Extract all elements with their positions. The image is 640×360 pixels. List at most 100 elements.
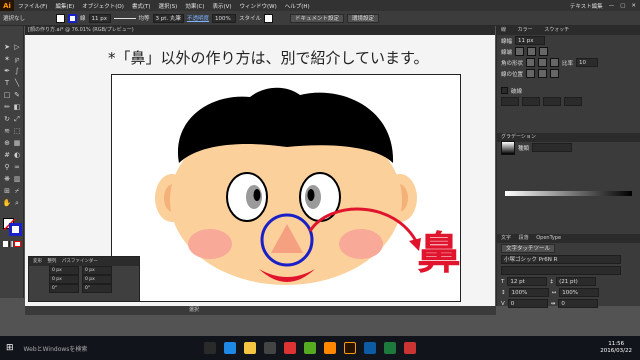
selection-tool-icon[interactable]: ➤ (2, 42, 12, 52)
hand-tool-icon[interactable]: ✋ (2, 198, 12, 208)
align-outside-button[interactable] (550, 69, 560, 78)
menu-file[interactable]: ファイル(F) (14, 2, 51, 10)
scale-tool-icon[interactable]: ⤢ (12, 114, 22, 124)
start-icon[interactable]: ⊞ (6, 343, 14, 353)
style-swatch[interactable] (263, 13, 273, 23)
gradient-preview[interactable] (501, 140, 515, 155)
chrome-icon[interactable] (283, 342, 296, 354)
clock-time[interactable]: 11:56 (600, 341, 632, 348)
leading-field[interactable]: (21 pt) (556, 277, 597, 286)
y-field[interactable]: 0 px (49, 275, 79, 284)
w-field[interactable]: 0 px (82, 266, 112, 275)
eraser-icon[interactable]: ◧ (12, 102, 22, 112)
direct-selection-tool-icon[interactable]: ▷ (12, 42, 22, 52)
gap-field[interactable] (564, 97, 582, 106)
brush-select[interactable]: 3 pt. 丸筆 (152, 13, 184, 23)
dash-field[interactable] (501, 97, 519, 106)
type-tool-icon[interactable]: T (2, 78, 12, 88)
menu-select[interactable]: 選択(S) (155, 2, 182, 10)
explorer-icon[interactable] (243, 342, 256, 354)
paintbrush-icon[interactable]: ✎ (12, 90, 22, 100)
store-icon[interactable] (263, 342, 276, 354)
minimize-icon[interactable]: — (609, 3, 615, 9)
tab-align[interactable]: 整列 (47, 259, 56, 264)
touch-type-button[interactable]: 文字タッチツール (501, 244, 556, 253)
clock-date[interactable]: 2016/03/22 (600, 348, 632, 355)
align-inside-button[interactable] (538, 69, 548, 78)
width-tool-icon[interactable]: ≋ (2, 126, 12, 136)
tab-swatches[interactable]: スウォッチ (544, 27, 569, 33)
x-field[interactable]: 0 px (49, 266, 79, 275)
symbol-sprayer-icon[interactable]: ❋ (2, 174, 12, 184)
vertical-scale-field[interactable]: 100% (508, 288, 549, 297)
rotate-tool-icon[interactable]: ↻ (2, 114, 12, 124)
lasso-icon[interactable]: ℘ (12, 54, 22, 64)
h-field[interactable]: 0 px (82, 275, 112, 284)
gradient-slider[interactable] (505, 191, 632, 196)
pencil-tool-icon[interactable]: ✏ (2, 102, 12, 112)
angle-field[interactable]: 0° (49, 284, 79, 293)
dash-checkbox[interactable] (501, 87, 508, 94)
stroke-weight-field[interactable]: 11 px (88, 13, 111, 23)
tab-color[interactable]: カラー (518, 27, 533, 33)
word-icon[interactable] (363, 342, 376, 354)
excel-icon[interactable] (383, 342, 396, 354)
tab-transform[interactable]: 変形 (33, 259, 42, 264)
opacity-label[interactable]: 不透明度 (187, 14, 209, 22)
menu-view[interactable]: 表示(V) (208, 2, 235, 10)
perspective-grid-icon[interactable]: ▦ (12, 138, 22, 148)
preferences-button[interactable]: 環境設定 (347, 13, 380, 23)
stroke-profile[interactable]: 均等 (139, 14, 150, 22)
font-style-field[interactable] (501, 266, 621, 275)
tab-stroke[interactable]: 線 (501, 27, 506, 33)
horizontal-scale-field[interactable]: 100% (559, 288, 600, 297)
tracking-field[interactable]: 0 (558, 299, 599, 308)
square-cap-button[interactable] (539, 47, 549, 56)
firefox-icon[interactable] (323, 342, 336, 354)
kerning-field[interactable]: 0 (507, 299, 548, 308)
none-mode-button[interactable] (14, 241, 22, 247)
artboard-tool-icon[interactable]: ⊞ (2, 186, 12, 196)
tab-character[interactable]: 文字 (501, 235, 511, 241)
zoom-tool-icon[interactable]: ⌕ (12, 198, 22, 208)
font-family-field[interactable]: 小塚ゴシック Pr6N R (501, 255, 621, 264)
tab-paragraph[interactable]: 段落 (519, 235, 529, 241)
blend-tool-icon[interactable]: ∞ (12, 162, 22, 172)
edge-icon[interactable] (223, 342, 236, 354)
menu-effect[interactable]: 効果(C) (181, 2, 208, 10)
app-icon[interactable] (303, 342, 316, 354)
opacity-field[interactable]: 100% (211, 13, 236, 23)
line-tool-icon[interactable]: ╲ (12, 78, 22, 88)
eyedropper-icon[interactable]: ⚲ (2, 162, 12, 172)
shape-builder-icon[interactable]: ⊕ (2, 138, 12, 148)
align-center-button[interactable] (526, 69, 536, 78)
rectangle-tool-icon[interactable]: □ (2, 90, 12, 100)
pen-tool-icon[interactable]: ✒ (2, 66, 12, 76)
font-size-field[interactable]: 12 pt (507, 277, 548, 286)
tab-opentype[interactable]: OpenType (536, 235, 561, 241)
gradient-mode-button[interactable] (8, 241, 14, 247)
task-view-icon[interactable] (203, 342, 216, 354)
ratio-field[interactable]: 10 (576, 58, 599, 67)
menu-object[interactable]: オブジェクト(O) (78, 2, 128, 10)
butt-cap-button[interactable] (515, 47, 525, 56)
gradient-tool-icon[interactable]: ◐ (12, 150, 22, 160)
tab-pathfinder[interactable]: パスファインダー (62, 259, 98, 264)
illustrator-taskbar-icon[interactable] (343, 342, 356, 354)
gradient-panel-tab[interactable]: グラデーション (497, 133, 640, 142)
document-tab[interactable]: [顔の作り方.ai* @ 76.01% (RGB/プレビュー) (25, 26, 495, 35)
round-join-button[interactable] (538, 58, 548, 67)
slice-tool-icon[interactable]: ⌿ (12, 186, 22, 196)
dash-field[interactable] (543, 97, 561, 106)
stroke-swatch[interactable] (68, 13, 78, 23)
fill-swatch[interactable] (56, 13, 66, 23)
document-settings-button[interactable]: ドキュメント設定 (289, 13, 344, 23)
round-cap-button[interactable] (527, 47, 537, 56)
weight-field[interactable]: 11 px (515, 36, 546, 45)
menu-edit[interactable]: 編集(E) (51, 2, 78, 10)
maximize-icon[interactable]: ▢ (620, 3, 625, 9)
miter-join-button[interactable] (526, 58, 536, 67)
shear-field[interactable]: 0° (82, 284, 112, 293)
powerpoint-icon[interactable] (403, 342, 416, 354)
gradient-type-select[interactable] (532, 143, 573, 152)
